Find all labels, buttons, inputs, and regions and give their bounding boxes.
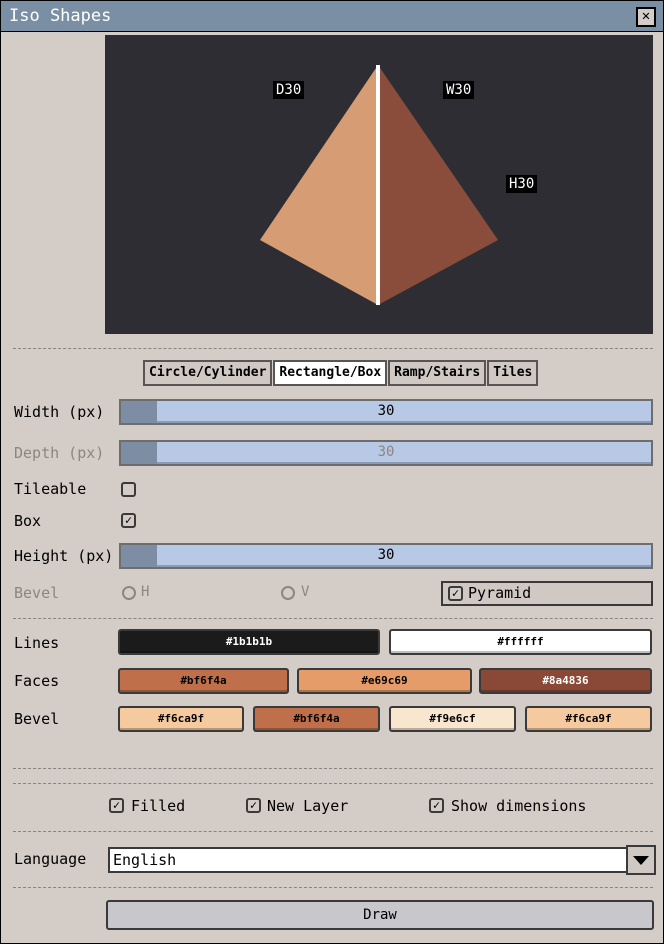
width-slider[interactable]: 30 <box>119 399 653 425</box>
tab-ramp-stairs[interactable]: Ramp/Stairs <box>388 360 487 386</box>
pyramid-right-face <box>378 65 498 305</box>
tab-circle-cylinder[interactable]: Circle/Cylinder <box>143 360 273 386</box>
pyramid-label: Pyramid <box>468 584 532 602</box>
face-color-3-button[interactable]: #8a4836 <box>479 668 652 694</box>
bevel-color-4-button[interactable]: #f6ca9f <box>525 706 652 732</box>
height-value: 30 <box>377 547 395 563</box>
close-button[interactable]: ✕ <box>636 7 656 27</box>
bevel-v-radio[interactable] <box>281 586 295 600</box>
language-dropdown-button[interactable] <box>626 845 656 875</box>
shape-preview: D30 W30 H30 <box>105 35 653 334</box>
width-label: Width (px) <box>14 403 105 421</box>
divider <box>13 783 653 784</box>
tileable-checkbox[interactable] <box>121 482 136 497</box>
pyramid-preview <box>260 65 498 305</box>
faces-label: Faces <box>14 672 60 690</box>
tab-tiles[interactable]: Tiles <box>487 360 539 386</box>
iso-shapes-window: Iso Shapes ✕ D30 W30 H30 Circle/Cylinder… <box>0 0 664 944</box>
language-label: Language <box>14 850 87 868</box>
divider <box>13 831 653 832</box>
show-dimensions-label: Show dimensions <box>451 797 587 815</box>
bevel-h-label: H <box>141 584 150 600</box>
pyramid-toggle[interactable]: ✓ Pyramid <box>441 581 653 606</box>
shape-tabs: Circle/Cylinder Rectangle/Box Ramp/Stair… <box>143 360 539 386</box>
filled-checkbox[interactable]: ✓ <box>109 798 124 813</box>
window-title: Iso Shapes <box>9 6 112 26</box>
pyramid-left-face <box>260 65 378 305</box>
line-color-2-button[interactable]: #ffffff <box>389 629 652 655</box>
show-dimensions-checkbox[interactable]: ✓ <box>429 798 444 813</box>
tab-rectangle-box[interactable]: Rectangle/Box <box>273 360 388 386</box>
box-label: Box <box>14 512 42 530</box>
depth-slider[interactable]: 30 <box>119 440 653 466</box>
face-color-2-button[interactable]: #e69c69 <box>297 668 472 694</box>
pyramid-checkbox[interactable]: ✓ <box>448 586 463 601</box>
face-color-1-button[interactable]: #bf6f4a <box>118 668 289 694</box>
filled-label: Filled <box>131 797 186 815</box>
divider <box>13 887 653 888</box>
new-layer-checkbox[interactable]: ✓ <box>246 798 261 813</box>
height-dimension-label: H30 <box>506 175 538 193</box>
height-slider[interactable]: 30 <box>119 543 653 569</box>
box-checkbox[interactable]: ✓ <box>121 513 136 528</box>
new-layer-label: New Layer <box>267 797 349 815</box>
bevel-v-label: V <box>301 584 310 600</box>
title-bar[interactable]: Iso Shapes ✕ <box>1 1 663 32</box>
divider <box>13 768 653 769</box>
lines-label: Lines <box>14 634 60 652</box>
language-select[interactable]: English <box>108 847 633 873</box>
bevel-colors-label: Bevel <box>14 710 60 728</box>
bevel-color-1-button[interactable]: #f6ca9f <box>118 706 244 732</box>
tileable-label: Tileable <box>14 480 87 498</box>
depth-value: 30 <box>377 444 395 460</box>
divider <box>13 348 653 349</box>
line-color-1-button[interactable]: #1b1b1b <box>118 629 380 655</box>
depth-label: Depth (px) <box>14 444 105 462</box>
bevel-label: Bevel <box>14 584 60 602</box>
height-label: Height (px) <box>14 547 114 565</box>
width-dimension-label: W30 <box>443 81 475 99</box>
bevel-color-2-button[interactable]: #bf6f4a <box>253 706 380 732</box>
bevel-h-radio[interactable] <box>122 586 136 600</box>
width-value: 30 <box>377 403 395 419</box>
bevel-color-3-button[interactable]: #f9e6cf <box>389 706 516 732</box>
draw-button[interactable]: Draw <box>106 900 654 930</box>
chevron-down-icon <box>633 856 649 865</box>
divider <box>13 618 653 619</box>
depth-dimension-label: D30 <box>273 81 305 99</box>
